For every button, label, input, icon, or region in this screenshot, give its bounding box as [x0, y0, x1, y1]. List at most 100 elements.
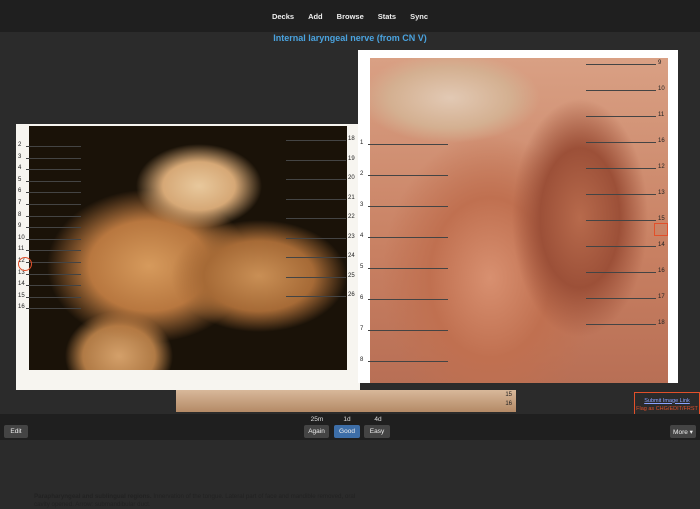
- figure-label-number: 4: [360, 233, 364, 239]
- label-leader-line: [26, 192, 81, 194]
- label-leader-line: [368, 299, 448, 300]
- label-leader-line: [286, 159, 346, 161]
- label-leader-line: [286, 198, 346, 200]
- figure-label-number: 8: [18, 211, 22, 218]
- figure-label-number: 16: [18, 304, 25, 311]
- label-leader-line: [368, 237, 448, 238]
- figure-label-number: 22: [348, 214, 355, 220]
- figure-label-number: 21: [348, 194, 355, 201]
- flag-link[interactable]: Flag as CHG/EDIT/FRST: [635, 406, 699, 412]
- label-leader-line: [368, 361, 448, 362]
- label-leader-line: [26, 262, 81, 263]
- figure-label-number: 26: [348, 292, 355, 298]
- label-leader-line: [26, 285, 81, 287]
- label-leader-line: [586, 298, 656, 299]
- figure-label-number: 3: [360, 202, 364, 208]
- figure-label-number: 17: [658, 294, 665, 300]
- label-leader-line: [26, 204, 81, 205]
- label-leader-line: [26, 238, 81, 240]
- menu-decks[interactable]: Decks: [272, 12, 294, 21]
- more-button[interactable]: More ▾: [670, 425, 696, 438]
- good-interval: 1d: [343, 416, 351, 423]
- label-leader-line: [286, 140, 346, 141]
- figure-caption: Parapharyngeal and sublingual regions. I…: [34, 493, 370, 509]
- label-leader-line: [586, 168, 656, 169]
- figure-label-number: 24: [348, 253, 355, 259]
- figure-label-number: 15: [658, 216, 665, 222]
- figure-label-number: 9: [658, 60, 662, 66]
- figure-label-number: 6: [360, 295, 364, 301]
- label-leader-line: [26, 180, 81, 182]
- figure-label-number: 7: [18, 200, 22, 206]
- figure-label-number: 9: [18, 223, 22, 230]
- label-leader-line: [586, 246, 656, 247]
- label-leader-line: [286, 218, 346, 219]
- figure-label-number: 5: [360, 264, 364, 270]
- figure-label-number: 6: [18, 188, 22, 195]
- figure-label-number: 11: [18, 246, 25, 253]
- label-leader-line: [286, 296, 346, 297]
- easy-interval: 4d: [374, 416, 382, 423]
- highlight-circle-marker: [18, 257, 32, 271]
- label-leader-line: [26, 296, 81, 298]
- label-leader-line: [586, 64, 656, 65]
- figure-label-number: 13: [658, 190, 665, 196]
- right-anatomy-figure: 1 2 3 4 5 6 7 8 9 10 11 16 12 13 15 14 16 17 18: [358, 50, 678, 383]
- figure-label-number: 8: [360, 357, 364, 363]
- strip-label: 16: [505, 401, 512, 407]
- label-leader-line: [286, 179, 346, 180]
- label-leader-line: [26, 273, 81, 275]
- figure-label-number: 2: [360, 171, 364, 177]
- label-leader-line: [586, 142, 656, 143]
- figure-label-number: 16: [658, 268, 665, 274]
- figure-label-number: 5: [18, 176, 22, 183]
- label-leader-line: [286, 237, 346, 239]
- figure-label-number: 18: [348, 136, 355, 142]
- figure-label-number: 19: [348, 155, 355, 162]
- label-leader-line: [286, 257, 346, 258]
- figure-label-number: 14: [18, 281, 25, 288]
- submit-image-link[interactable]: Submit Image Link: [635, 398, 699, 404]
- good-button[interactable]: Good: [334, 425, 360, 438]
- label-leader-line: [26, 227, 81, 229]
- label-leader-line: [586, 194, 656, 195]
- label-leader-line: [586, 324, 656, 325]
- easy-button[interactable]: Easy: [364, 425, 390, 438]
- sublingual-region-photo: [29, 126, 347, 370]
- figure-label-number: 10: [658, 86, 665, 92]
- label-leader-line: [586, 272, 656, 273]
- again-button[interactable]: Again: [304, 425, 329, 438]
- figure-label-number: 10: [18, 234, 25, 241]
- figure-label-number: 3: [18, 153, 22, 160]
- figure-label-number: 23: [348, 233, 355, 240]
- caption-title: Parapharyngeal and sublingual regions.: [34, 493, 152, 500]
- menu-add[interactable]: Add: [308, 12, 323, 21]
- menu-stats[interactable]: Stats: [378, 12, 396, 21]
- figure-label-number: 15: [18, 292, 25, 299]
- highlight-square-marker: [654, 223, 668, 236]
- figure-label-number: 16: [658, 138, 665, 144]
- next-figure-strip: 15 16: [176, 390, 516, 412]
- label-leader-line: [586, 116, 656, 117]
- label-leader-line: [586, 90, 656, 91]
- figure-label-number: 4: [18, 165, 22, 172]
- label-leader-line: [26, 169, 81, 171]
- left-anatomy-figure: 2 3 4 5 6 7 8 9 10 11 12 13 14 15 16 18 19 20 21 22 23 24 25 26…: [16, 124, 360, 508]
- label-leader-line: [26, 308, 81, 310]
- label-leader-line: [26, 215, 81, 217]
- strip-label: 15: [505, 392, 512, 398]
- label-leader-line: [368, 268, 448, 269]
- menu-sync[interactable]: Sync: [410, 12, 428, 21]
- top-menu-bar: Decks Add Browse Stats Sync: [0, 0, 700, 32]
- label-leader-line: [26, 146, 81, 147]
- figure-label-number: 14: [658, 242, 665, 248]
- label-leader-line: [26, 157, 81, 159]
- figure-label-number: 2: [18, 142, 22, 148]
- menu-browse[interactable]: Browse: [337, 12, 364, 21]
- again-interval: 25m: [310, 416, 324, 423]
- figure-label-number: 18: [658, 320, 665, 326]
- figure-label-number: 20: [348, 175, 355, 181]
- label-leader-line: [286, 276, 346, 278]
- figure-label-number: 7: [360, 326, 364, 332]
- edit-button[interactable]: Edit: [4, 425, 28, 438]
